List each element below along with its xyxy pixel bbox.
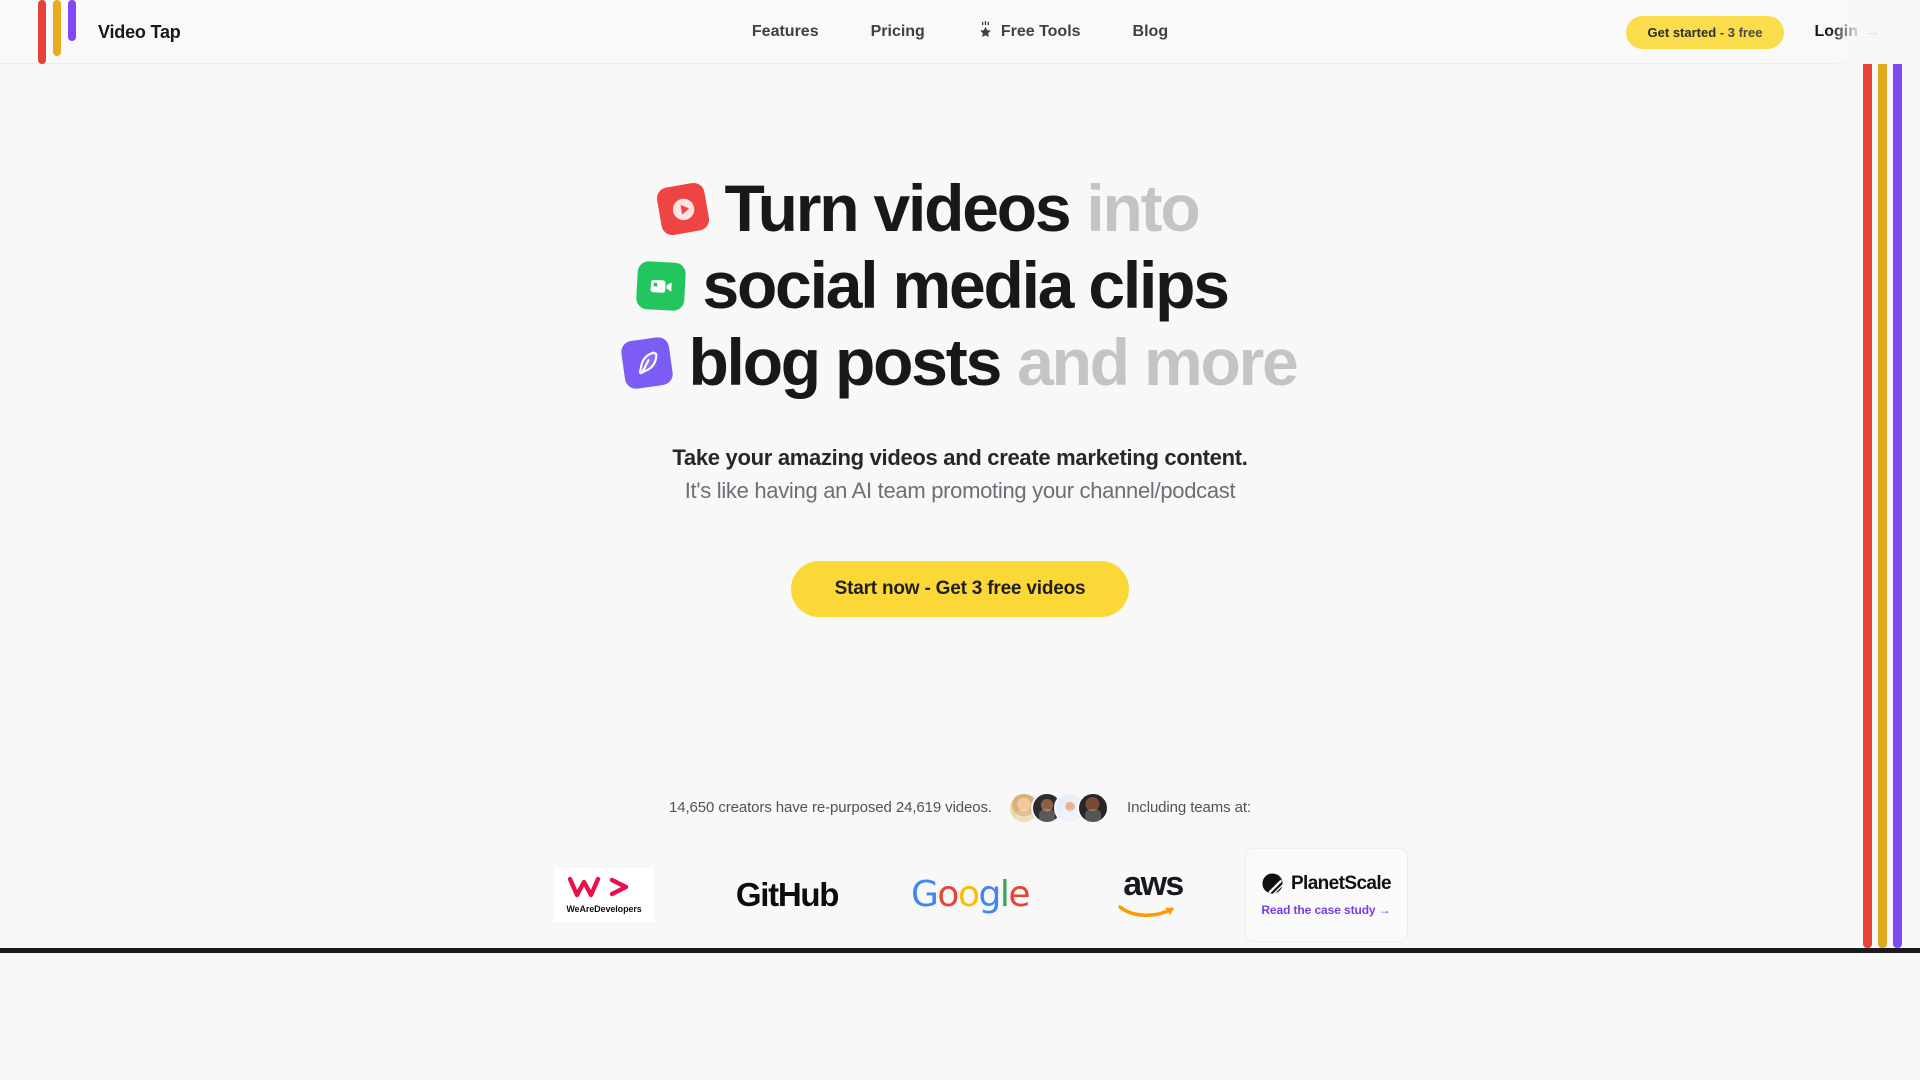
subtitle-light: It's like having an AI team promoting yo… (684, 478, 1236, 504)
social-proof-stat: 14,650 creators have re-purposed 24,619 … (668, 799, 992, 817)
logo-wearedevelopers: WeAreDevelopers (513, 848, 696, 942)
nav-item-blog[interactable]: Blog (1133, 23, 1169, 41)
headline-muted-1: into (1086, 171, 1200, 245)
aws-smile-icon (1118, 905, 1174, 917)
site-header: Video Tap Features Pricing Free Tools Bl… (0, 0, 1920, 64)
nav-item-features[interactable]: Features (752, 23, 819, 41)
avatar-group (1008, 791, 1109, 824)
nav-label-pricing: Pricing (870, 23, 925, 40)
github-wordmark: GitHub (735, 875, 839, 913)
customer-logo-strip: WeAreDevelopers GitHub Google aws Planet… (513, 847, 1408, 942)
get-started-main-label: Get started (1647, 24, 1717, 40)
logo-planetscale-card[interactable]: PlanetScale Read the case study → (1244, 847, 1408, 942)
headline-line-2: social media clips (636, 247, 1296, 324)
logo-aws: aws (1062, 848, 1245, 942)
google-wordmark: Google (911, 874, 1030, 916)
nav-label-blog: Blog (1132, 23, 1169, 40)
wearedevelopers-wordmark: WeAreDevelopers (566, 903, 642, 914)
including-teams-label: Including teams at: (1127, 799, 1252, 817)
login-link[interactable]: Login → (1814, 23, 1880, 41)
sparkle-star-icon (977, 21, 994, 43)
planetscale-case-study-link[interactable]: Read the case study → (1261, 903, 1390, 917)
nav-item-free-tools[interactable]: Free Tools (977, 21, 1081, 43)
hero-section: Turn videos into social media clips blog… (0, 64, 1920, 942)
hero-subtitle: Take your amazing videos and create mark… (672, 441, 1247, 508)
subtitle-strong: Take your amazing videos and create mark… (672, 444, 1248, 470)
planetscale-mark-icon (1262, 873, 1283, 894)
logo-github: GitHub (696, 848, 879, 942)
hero-headline: Turn videos into social media clips blog… (620, 170, 1299, 402)
video-play-icon (655, 180, 712, 237)
headline-strong-1: Turn videos (724, 171, 1071, 245)
header-actions: Get started - 3 free Login → (1625, 0, 1880, 64)
pen-nib-icon (620, 335, 675, 391)
nav-label-free-tools: Free Tools (1000, 23, 1081, 40)
get-started-button[interactable]: Get started - 3 free (1625, 15, 1785, 49)
video-camera-icon (636, 260, 687, 312)
planetscale-wordmark: PlanetScale (1290, 872, 1392, 894)
arrow-right-icon: → (1864, 23, 1880, 40)
headline-line-3: blog posts and more (620, 324, 1299, 401)
get-started-sub-label: - 3 free (1719, 24, 1763, 40)
nav-item-pricing[interactable]: Pricing (871, 23, 925, 41)
page-root: Video Tap Features Pricing Free Tools Bl… (0, 0, 1920, 1080)
headline-strong-2: social media clips (702, 248, 1230, 323)
wearedevelopers-mark-icon (568, 876, 629, 897)
headline-line-1: Turn videos into (655, 170, 1296, 247)
planetscale-logo: PlanetScale (1261, 872, 1392, 895)
headline-muted-3: and more (1017, 325, 1299, 400)
headline-strong-3: blog posts (688, 325, 1002, 400)
social-proof: 14,650 creators have re-purposed 24,619 … (668, 791, 1252, 824)
login-label: Login (1814, 23, 1858, 40)
nav-label-features: Features (751, 23, 819, 40)
footer-area (0, 953, 1920, 1080)
section-divider (0, 948, 1920, 953)
avatar (1077, 791, 1109, 824)
aws-wordmark: aws (1123, 865, 1184, 904)
logo-google: Google (879, 848, 1062, 942)
hero-cta-button[interactable]: Start now - Get 3 free videos (790, 560, 1130, 617)
